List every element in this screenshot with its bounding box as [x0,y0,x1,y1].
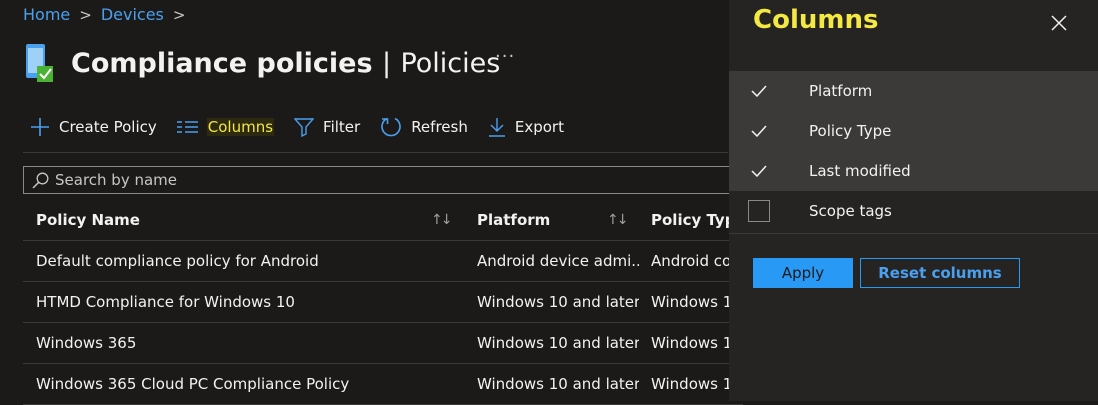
cell-policy-type: Windows 1 [651,375,733,393]
columns-label: Columns [206,118,275,136]
checkbox-unchecked[interactable] [748,200,770,222]
columns-panel: Columns Platform Policy Type Last modifi… [729,0,1098,401]
cell-policy-type: Windows 1 [651,334,733,352]
refresh-label: Refresh [411,118,468,136]
checkbox-checked[interactable] [748,160,770,182]
cell-platform: Windows 10 and later [477,334,639,352]
checkbox-checked[interactable] [748,80,770,102]
columns-icon [176,121,198,133]
column-option-policy-type[interactable]: Policy Type [729,111,1098,151]
create-policy-button[interactable]: Create Policy [30,117,157,137]
column-option-label: Platform [809,82,873,100]
table-header-row: Policy Name ↑↓ Platform ↑↓ Policy Type [23,199,743,241]
filter-icon [294,118,315,137]
columns-button[interactable]: Columns [176,118,275,136]
search-input[interactable] [55,171,675,189]
table-row[interactable]: HTMD Compliance for Windows 10 Windows 1… [23,282,743,323]
cell-policy-type: Windows 1 [651,293,733,311]
chevron-right-icon: > [172,5,186,24]
toolbar: Create Policy Columns Filter Refresh Exp… [30,116,584,138]
column-header-label: Policy Name [36,210,140,229]
refresh-button[interactable]: Refresh [380,116,468,138]
download-icon [488,118,505,137]
checkmark-icon [751,85,767,97]
page-title-sub: Policies [400,47,501,79]
page-title: Compliance policies | Policies [71,48,500,79]
page-title-main: Compliance policies [71,47,373,79]
chevron-right-icon: > [79,5,92,24]
cell-policy-name[interactable]: Default compliance policy for Android [23,252,465,270]
breadcrumb-home[interactable]: Home [23,5,70,24]
breadcrumb-devices[interactable]: Devices [101,5,164,24]
panel-divider [729,233,1098,234]
column-header-policy-name[interactable]: Policy Name ↑↓ [23,211,465,229]
more-options-icon[interactable]: ··· [495,46,515,67]
breadcrumb: Home > Devices > [23,5,194,24]
page-title-separator: | [381,47,392,79]
search-icon [32,172,49,189]
checkmark-icon [751,125,767,137]
column-header-platform[interactable]: Platform ↑↓ [465,211,639,229]
panel-title: Columns [753,5,879,35]
column-option-scope-tags[interactable]: Scope tags [729,191,1098,231]
cell-policy-type: Android co [651,252,732,270]
table-row[interactable]: Default compliance policy for Android An… [23,241,743,282]
plus-icon [31,118,49,136]
cell-platform: Android device admi... [477,252,639,270]
cell-policy-name[interactable]: HTMD Compliance for Windows 10 [23,293,465,311]
create-policy-label: Create Policy [59,118,157,136]
checkmark-icon [751,165,767,177]
cell-policy-name[interactable]: Windows 365 [23,334,465,352]
table-row[interactable]: Windows 365 Windows 10 and later Windows… [23,323,743,364]
cell-platform: Windows 10 and later [477,375,639,393]
column-option-last-modified[interactable]: Last modified [729,151,1098,191]
policies-table: Policy Name ↑↓ Platform ↑↓ Policy Type D… [23,199,743,405]
column-option-label: Scope tags [809,202,892,220]
column-option-label: Last modified [809,162,911,180]
search-box[interactable] [23,166,743,194]
cell-policy-name[interactable]: Windows 365 Cloud PC Compliance Policy [23,375,465,393]
export-button[interactable]: Export [488,117,564,137]
apply-button[interactable]: Apply [753,258,853,288]
column-header-label: Platform [477,210,551,229]
table-row[interactable]: Windows 365 Cloud PC Compliance Policy W… [23,364,743,405]
column-option-platform[interactable]: Platform [729,71,1098,111]
toolbar-divider [23,152,728,153]
sort-arrows-icon[interactable]: ↑↓ [607,212,629,228]
close-icon[interactable] [1048,12,1070,34]
sort-arrows-icon[interactable]: ↑↓ [431,212,453,228]
reset-columns-button[interactable]: Reset columns [860,258,1020,288]
filter-label: Filter [323,118,361,136]
refresh-icon [381,117,401,137]
cell-platform: Windows 10 and later [477,293,639,311]
checkbox-checked[interactable] [748,120,770,142]
device-compliance-icon [23,42,57,88]
column-option-label: Policy Type [809,122,892,140]
export-label: Export [514,118,564,136]
filter-button[interactable]: Filter [294,117,360,137]
title-row: Compliance policies | Policies [23,38,500,88]
column-header-policy-type[interactable]: Policy Type [639,211,743,229]
